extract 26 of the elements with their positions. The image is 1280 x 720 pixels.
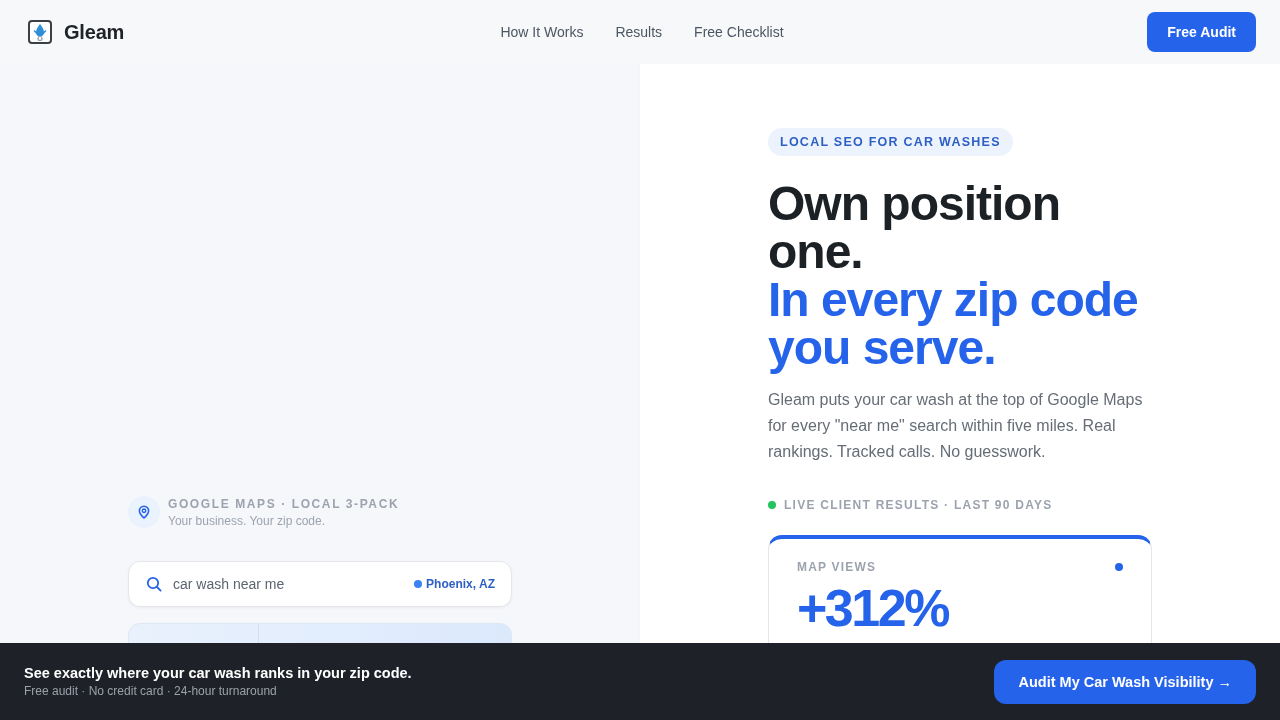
audit-button[interactable]: Audit My Car Wash Visibility → [994, 659, 1256, 704]
brand-name: Gleam [64, 20, 125, 44]
search-query: car wash near me [173, 576, 286, 592]
search-field[interactable]: car wash near me Phoenix, AZ [128, 561, 512, 607]
eyebrow-label: GOOGLE MAPS · LOCAL 3-PACK [168, 497, 400, 511]
nav-link[interactable]: Free Checklist [694, 24, 784, 40]
map-pin-icon [128, 496, 160, 528]
free-audit-button[interactable]: Free Audit [1147, 12, 1256, 52]
headline-accent: In every zip code you serve. [768, 276, 1139, 372]
bar-title: See exactly where your car wash ranks in your zip code. [24, 664, 412, 682]
stat-label: MAP VIEWS [797, 560, 877, 574]
search-icon [146, 576, 162, 592]
category-badge: LOCAL SEO FOR CAR WASHES [768, 128, 1013, 156]
location-label: Phoenix, AZ [426, 577, 495, 591]
body-text: Gleam puts your car wash at the top of Google Maps for every "near me" search within five miles. Real rankings. Tracked calls. No guesswork. [768, 390, 1144, 462]
live-status-icon [768, 501, 776, 509]
location-dot-icon [414, 580, 423, 588]
stat-dot-icon [1115, 563, 1123, 571]
nav-link[interactable]: How It Works [500, 24, 584, 40]
bar-subtitle: Free audit · No credit card · 24-hour turnaround [24, 683, 278, 699]
caption-text: Your business. Your zip code. [168, 513, 326, 529]
results-label: LIVE CLIENT RESULTS · LAST 90 DAYS [784, 498, 1053, 512]
headline: Own position one. [768, 180, 1061, 276]
nav-link[interactable]: Results [615, 24, 663, 40]
logo-icon [28, 20, 52, 44]
stat-value: +312% [797, 580, 950, 636]
